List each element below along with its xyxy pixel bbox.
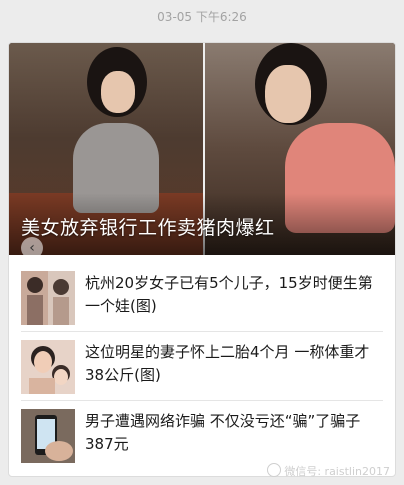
message-timestamp: 03-05 下午6:26 <box>157 10 247 24</box>
list-item[interactable]: 这位明星的妻子怀上二胎4个月 一称体重才38公斤(图) <box>9 332 395 400</box>
watermark: 微信号: raistlin2017 <box>267 463 390 479</box>
list-item[interactable]: 男子遭遇网络诈骗 不仅没亏还“骗”了骗子387元 <box>9 401 395 469</box>
article-title: 杭州20岁女子已有5个儿子，15岁时便生第一个娃(图) <box>85 274 373 315</box>
hero-article[interactable]: 美女放弃银行工作卖猪肉爆红 ‹ <box>9 43 395 255</box>
article-thumbnail <box>21 271 75 325</box>
list-item[interactable]: 杭州20岁女子已有5个儿子，15岁时便生第一个娃(图) <box>9 263 395 331</box>
wechat-icon <box>267 463 282 477</box>
news-card[interactable]: 美女放弃银行工作卖猪肉爆红 ‹ 杭州20岁女子已有5个儿子，15岁时便生第一个娃… <box>8 42 396 477</box>
person-face <box>101 71 135 113</box>
article-thumbnail <box>21 340 75 394</box>
hero-title[interactable]: 美女放弃银行工作卖猪肉爆红 <box>21 213 275 240</box>
article-title: 这位明星的妻子怀上二胎4个月 一称体重才38公斤(图) <box>85 343 370 384</box>
article-thumbnail <box>21 409 75 463</box>
article-title: 男子遭遇网络诈骗 不仅没亏还“骗”了骗子387元 <box>85 412 361 453</box>
chevron-left-icon[interactable]: ‹ <box>21 237 43 255</box>
watermark-text: 微信号: raistlin2017 <box>284 465 390 478</box>
person-face <box>265 65 311 123</box>
